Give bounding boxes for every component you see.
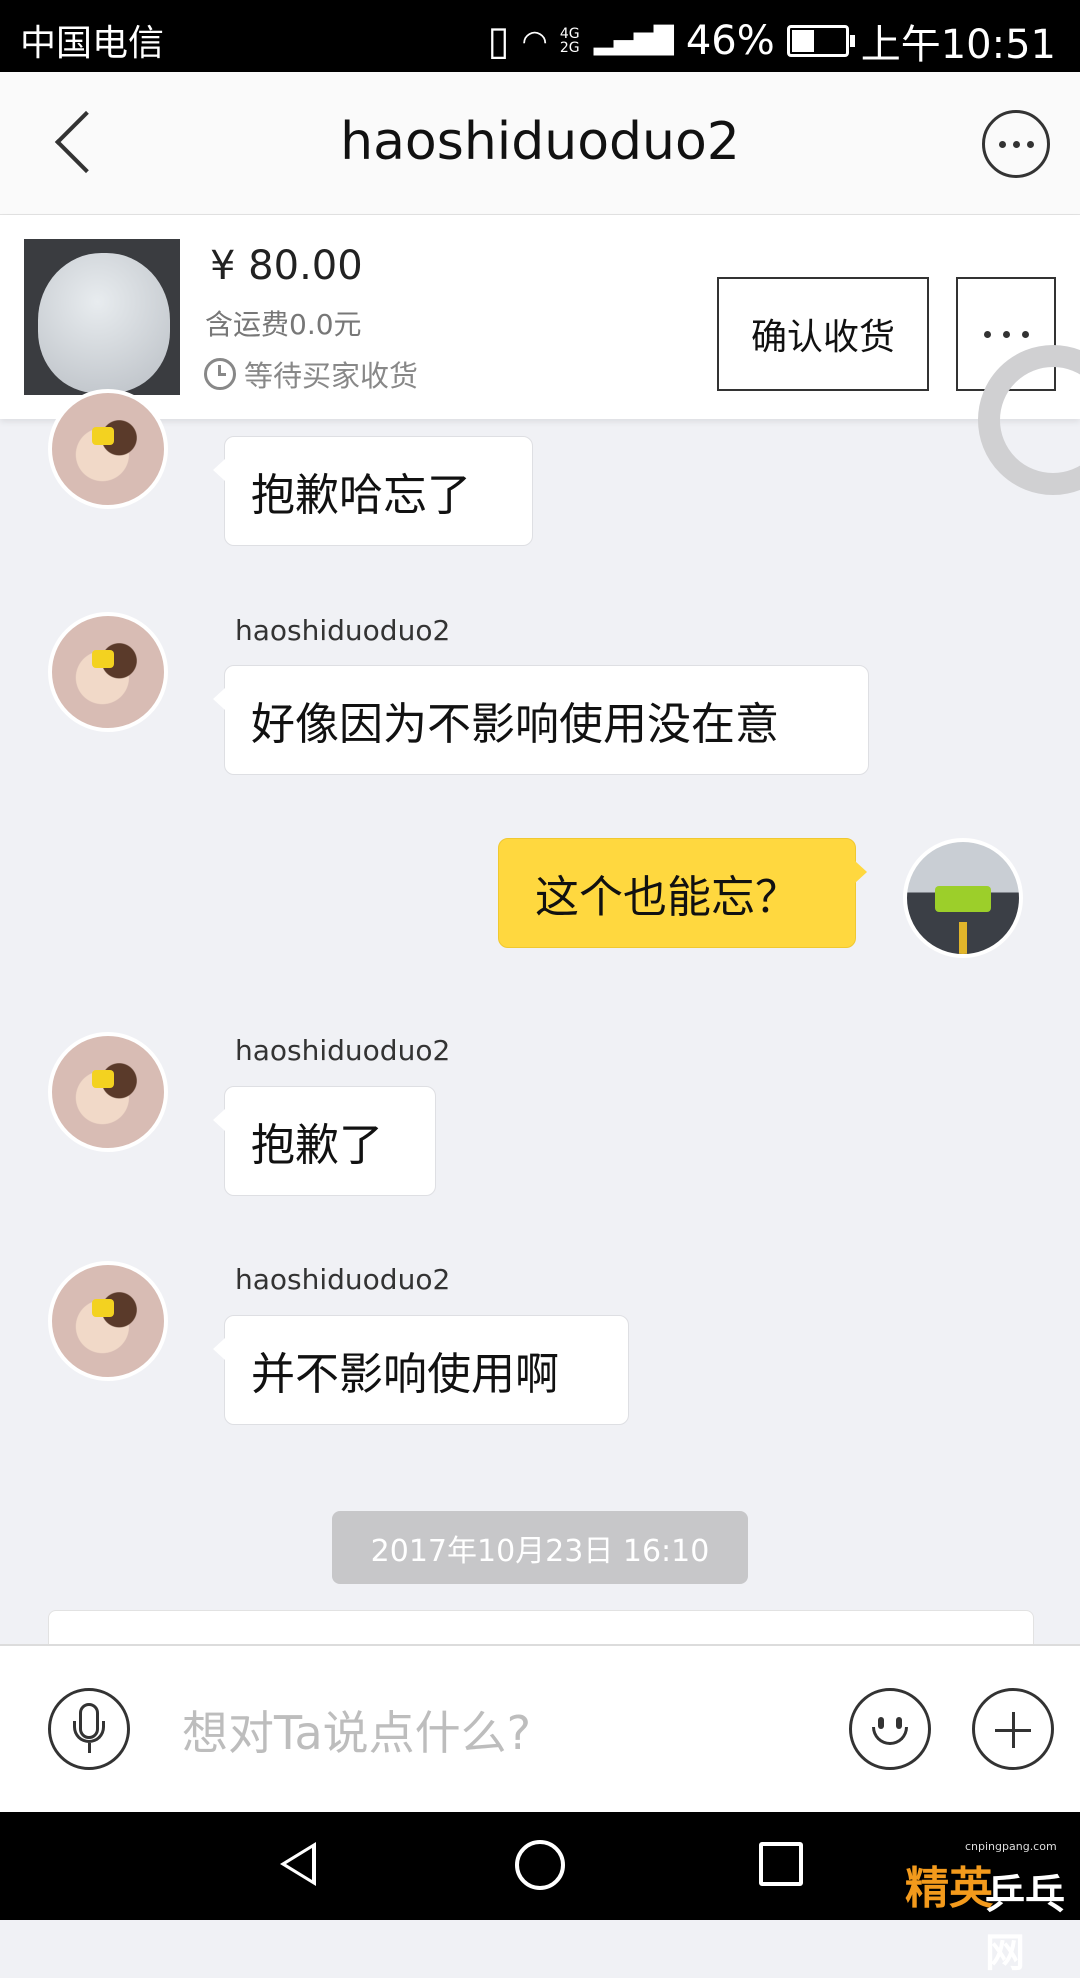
my-avatar[interactable] [903,838,1023,958]
carrier-label: 中国电信 [20,23,165,64]
message-bubble[interactable]: 抱歉哈忘了 [213,436,533,546]
timestamp-badge: 2017年10月23日 16:10 [332,1511,748,1584]
watermark-text-b: 乒乓网 [985,1872,1065,1976]
signal-icon: ▂▄▆█ [593,26,674,56]
nav-home-icon[interactable] [515,1840,565,1890]
item-card[interactable]: ¥ 80.00 含运费0.0元 等待买家收货 确认收货 [0,215,1080,419]
message-bubble[interactable]: 并不影响使用啊 [213,1315,629,1425]
avatar[interactable] [48,1261,168,1381]
emoji-icon[interactable] [849,1688,931,1770]
sender-name: haoshiduoduo2 [235,1034,451,1067]
more-circle-icon[interactable] [982,110,1050,178]
status-icons: ▯ ◠ 4G 2G ▂▄▆█ 46% 上午10:51 [488,12,1056,70]
message-bubble[interactable]: 好像因为不影响使用没在意 [213,665,869,775]
nav-recents-icon[interactable] [759,1842,803,1886]
avatar[interactable] [48,389,168,509]
clock-time: 上午10:51 [860,22,1056,68]
item-thumbnail[interactable] [24,239,180,395]
confirm-receipt-button[interactable]: 确认收货 [717,277,929,391]
watermark-text-a: 精英 [905,1863,993,1914]
battery-percent: 46% [685,18,775,64]
status-bar: 中国电信 ▯ ◠ 4G 2G ▂▄▆█ 46% 上午10:51 [0,0,1080,72]
sender-name: haoshiduoduo2 [235,1263,451,1296]
wifi-icon: ◠ [521,23,548,59]
nav-back-icon[interactable] [280,1842,316,1886]
avatar[interactable] [48,1032,168,1152]
avatar[interactable] [48,612,168,732]
message-input[interactable] [180,1692,824,1774]
sender-name: haoshiduoduo2 [235,614,451,647]
page-title: haoshiduoduo2 [340,112,740,172]
input-bar [0,1644,1080,1814]
chat-header: haoshiduoduo2 [0,72,1080,215]
order-status-label: 等待买家收货 [244,359,419,393]
battery-icon [786,25,855,57]
order-status: 等待买家收货 [204,353,418,395]
my-message-bubble[interactable]: 这个也能忘？ [498,838,867,948]
item-price: ¥ 80.00 [210,243,363,289]
microphone-icon[interactable] [48,1688,130,1770]
clock-icon [204,358,236,390]
shipping-fee: 含运费0.0元 [205,308,362,341]
plus-icon[interactable] [972,1688,1054,1770]
vibrate-icon: ▯ [487,18,510,64]
signal-network-label: 4G 2G [559,26,580,56]
watermark-logo: cnpingpang.com 精英 乒乓网 [895,1812,1080,1976]
message-bubble[interactable]: 抱歉了 [213,1086,436,1196]
